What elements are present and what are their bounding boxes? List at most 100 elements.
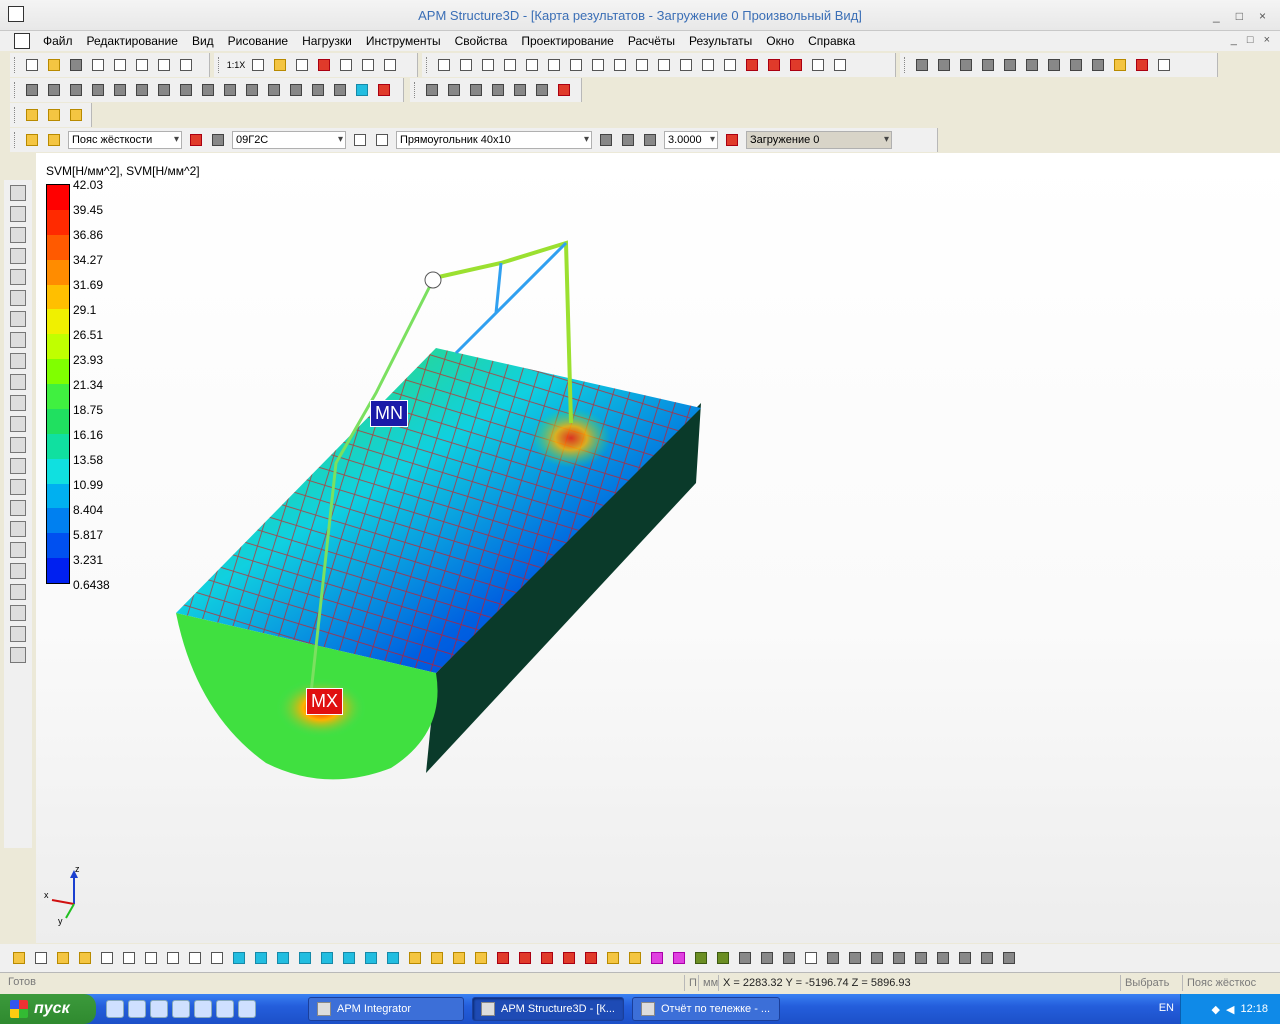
layers-icon[interactable] (699, 56, 717, 74)
join-tool-icon[interactable] (10, 584, 26, 600)
show-wireframe-icon[interactable] (340, 949, 358, 967)
node-load-icon[interactable] (133, 81, 151, 99)
material-select[interactable]: 09Г2С (232, 131, 346, 149)
show-distributed-icon[interactable] (516, 949, 534, 967)
fixed-support-icon[interactable] (423, 81, 441, 99)
beam-load-icon[interactable] (155, 81, 173, 99)
circle-tool-icon[interactable] (10, 332, 26, 348)
redo-icon[interactable] (177, 56, 195, 74)
show-shells-icon[interactable] (252, 949, 270, 967)
beam-icon[interactable] (597, 131, 615, 149)
minimize-button[interactable]: _ (1213, 9, 1220, 23)
pressure-icon[interactable] (89, 81, 107, 99)
new-file-icon[interactable] (23, 56, 41, 74)
arc-tool-icon[interactable] (10, 269, 26, 285)
move-icon[interactable] (1001, 56, 1019, 74)
solid-numbers-icon[interactable] (1000, 949, 1018, 967)
network-icon[interactable]: ◆ (1212, 1003, 1220, 1016)
layer-icon[interactable] (23, 131, 41, 149)
iso-view3-icon[interactable] (633, 56, 651, 74)
loading-select[interactable]: Загружение 0 (746, 131, 892, 149)
force-icon[interactable] (23, 81, 41, 99)
show-gravity-icon[interactable] (604, 949, 622, 967)
deform-icon[interactable] (67, 106, 85, 124)
move-view-icon[interactable] (721, 56, 739, 74)
thickness-select[interactable]: 3.0000 (664, 131, 718, 149)
section-numbers-icon[interactable] (890, 949, 908, 967)
pointer-icon[interactable] (10, 206, 26, 222)
show-axes-icon[interactable] (54, 949, 72, 967)
array-tool-icon[interactable] (10, 626, 26, 642)
rect-tool-icon[interactable] (10, 311, 26, 327)
show-contacts-icon[interactable] (670, 949, 688, 967)
zoom-out-icon[interactable] (765, 56, 783, 74)
line-tool-icon[interactable] (10, 248, 26, 264)
polyline-tool-icon[interactable] (10, 290, 26, 306)
print-icon[interactable] (89, 56, 107, 74)
node-tool-icon[interactable] (10, 227, 26, 243)
menu-window[interactable]: Окно (759, 34, 801, 48)
front-view-icon[interactable] (457, 56, 475, 74)
menu-properties[interactable]: Свойства (448, 34, 515, 48)
show-supports-icon[interactable] (142, 949, 160, 967)
menu-tools[interactable]: Инструменты (359, 34, 448, 48)
top-view-icon[interactable] (545, 56, 563, 74)
app-icon-k[interactable] (128, 1000, 146, 1018)
tool-icon[interactable] (238, 1000, 256, 1018)
section-editor-icon[interactable] (373, 131, 391, 149)
contact-icon[interactable] (555, 81, 573, 99)
distributed-load-icon[interactable] (67, 81, 85, 99)
revolve-tool-icon[interactable] (10, 479, 26, 495)
back-view-icon[interactable] (479, 56, 497, 74)
ruler-icon[interactable] (315, 56, 333, 74)
menu-results[interactable]: Результаты (682, 34, 759, 48)
show-beams-icon[interactable] (98, 949, 116, 967)
pdf-icon[interactable] (172, 1000, 190, 1018)
menu-view[interactable]: Вид (185, 34, 221, 48)
explorer-icon[interactable] (150, 1000, 168, 1018)
mdi-close-button[interactable]: × (1264, 34, 1270, 46)
start-button[interactable]: пуск (0, 994, 96, 1024)
support-icon[interactable] (935, 56, 953, 74)
graph-icon[interactable] (45, 106, 63, 124)
gradient-icon[interactable] (824, 949, 842, 967)
ext-icon[interactable] (23, 106, 41, 124)
node-numbers-icon[interactable] (846, 949, 864, 967)
open-folder-icon[interactable] (45, 56, 63, 74)
mirror-icon[interactable] (1045, 56, 1063, 74)
show-temp-loads-icon[interactable] (560, 949, 578, 967)
show-surfaces-icon[interactable] (296, 949, 314, 967)
show-moments-icon[interactable] (428, 949, 446, 967)
frame-icon[interactable] (957, 56, 975, 74)
bottom-view-icon[interactable] (567, 56, 585, 74)
inertia-icon[interactable] (243, 81, 261, 99)
zoom-window-icon[interactable] (787, 56, 805, 74)
document-icon[interactable] (14, 33, 30, 49)
delphi-icon[interactable] (194, 1000, 212, 1018)
right-view-icon[interactable] (523, 56, 541, 74)
beam3-icon[interactable] (641, 131, 659, 149)
show-reactions-icon[interactable] (494, 949, 512, 967)
split-tool-icon[interactable] (10, 563, 26, 579)
save-icon[interactable] (67, 56, 85, 74)
mesh-icon[interactable] (979, 56, 997, 74)
zoom-fit-icon[interactable] (809, 56, 827, 74)
word-icon[interactable] (216, 1000, 234, 1018)
temperature-load-icon[interactable] (111, 81, 129, 99)
load-chart-icon[interactable] (375, 81, 393, 99)
combination-icon[interactable] (309, 81, 327, 99)
iso-view2-icon[interactable] (611, 56, 629, 74)
show-thickness-icon[interactable] (714, 949, 732, 967)
menu-calculations[interactable]: Расчёты (621, 34, 682, 48)
crosshair-icon[interactable] (359, 56, 377, 74)
menu-draw[interactable]: Рисование (221, 34, 295, 48)
volume-icon[interactable]: ◀ (1226, 1003, 1234, 1016)
close-button[interactable]: × (1259, 9, 1266, 23)
plate-load-icon[interactable] (177, 81, 195, 99)
beam2-icon[interactable] (619, 131, 637, 149)
undo-icon[interactable] (155, 56, 173, 74)
divide-icon[interactable] (1067, 56, 1085, 74)
target-icon[interactable] (1133, 56, 1151, 74)
task-apm-structure3d[interactable]: APM Structure3D - [К... (472, 997, 624, 1021)
roller-support-icon[interactable] (467, 81, 485, 99)
